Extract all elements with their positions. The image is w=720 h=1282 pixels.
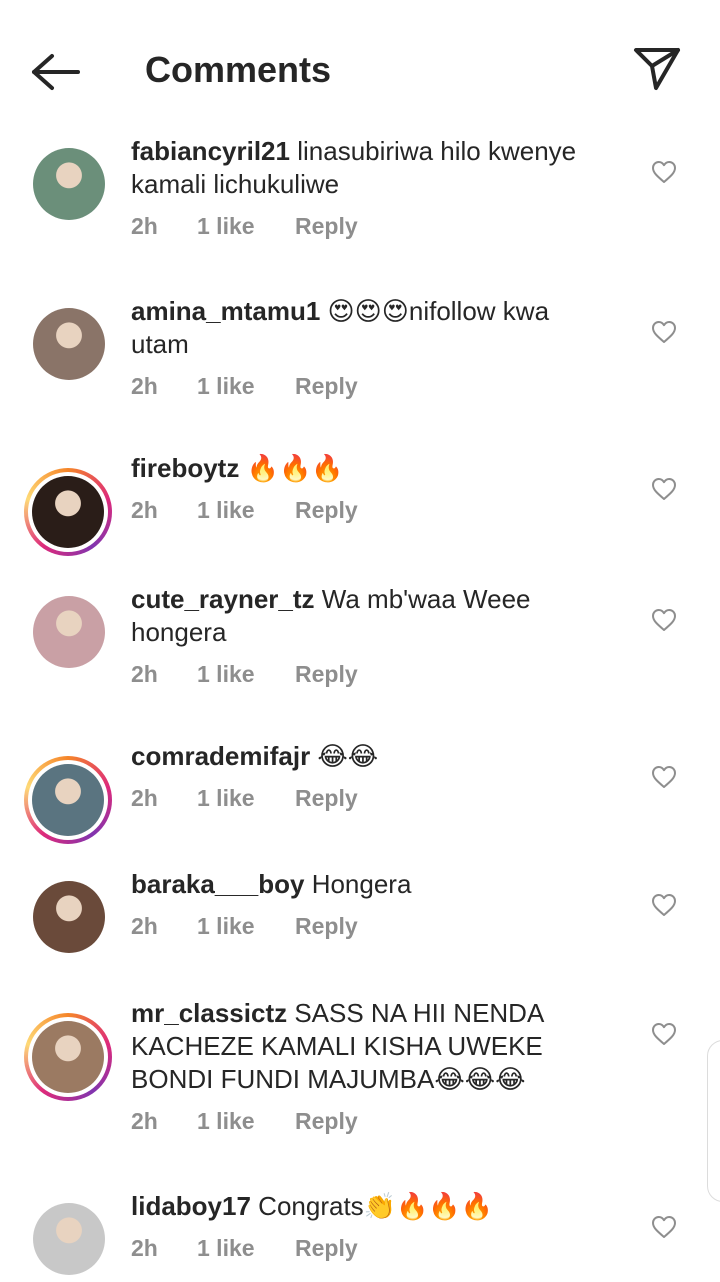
avatar[interactable]: [33, 148, 105, 220]
like-heart-button[interactable]: [651, 1022, 677, 1046]
heart-icon: [652, 1216, 676, 1238]
comment-username[interactable]: baraka___boy: [131, 869, 304, 899]
like-heart-button[interactable]: [651, 320, 677, 344]
avatar[interactable]: [33, 308, 105, 380]
comment-username[interactable]: lidaboy17: [131, 1191, 251, 1221]
comment-like-count[interactable]: 1 like: [197, 497, 295, 524]
comment-timestamp: 2h: [131, 785, 158, 811]
like-heart-button[interactable]: [651, 160, 677, 184]
like-heart-button[interactable]: [651, 477, 677, 501]
comment-meta: 2h 1 like Reply: [131, 497, 358, 524]
heart-icon: [652, 894, 676, 916]
comment-username[interactable]: cute_rayner_tz: [131, 584, 315, 614]
avatar[interactable]: [32, 1021, 104, 1093]
comment-text: cute_rayner_tz Wa mb'waa Weee hongera: [131, 583, 611, 649]
avatar-container[interactable]: [24, 872, 112, 960]
avatar[interactable]: [32, 764, 104, 836]
heart-icon: [652, 321, 676, 343]
page-title: Comments: [145, 49, 332, 90]
side-panel-handle[interactable]: [707, 1040, 720, 1202]
avatar-container[interactable]: [24, 139, 112, 227]
comment-username[interactable]: amina_mtamu1: [131, 296, 320, 326]
comment-meta: 2h 1 like Reply: [131, 213, 358, 240]
comment-meta: 2h 1 like Reply: [131, 1108, 358, 1135]
comment-username[interactable]: mr_classictz: [131, 998, 287, 1028]
heart-icon: [652, 1023, 676, 1045]
heart-icon: [652, 161, 676, 183]
comment-timestamp: 2h: [131, 373, 158, 399]
comment-meta: 2h 1 like Reply: [131, 913, 358, 940]
heart-icon: [652, 766, 676, 788]
avatar[interactable]: [32, 476, 104, 548]
reply-button[interactable]: Reply: [295, 373, 358, 400]
comment-meta: 2h 1 like Reply: [131, 373, 358, 400]
comment-body: Hongera: [311, 869, 412, 899]
comment-username[interactable]: fabiancyril21: [131, 136, 290, 166]
comment-body: Congrats👏🔥🔥🔥: [258, 1191, 494, 1221]
like-heart-button[interactable]: [651, 608, 677, 632]
avatar-container[interactable]: [24, 756, 112, 844]
comment-meta: 2h 1 like Reply: [131, 661, 358, 688]
avatar-container[interactable]: [24, 468, 112, 556]
comment-text: fabiancyril21 linasubiriwa hilo kwenye k…: [131, 135, 611, 201]
reply-button[interactable]: Reply: [295, 661, 358, 688]
comment-username[interactable]: comrademifajr: [131, 741, 310, 771]
comment-text: amina_mtamu1 😍😍😍nifollow kwa utam: [131, 295, 611, 361]
back-arrow-icon: [32, 54, 80, 90]
avatar[interactable]: [33, 596, 105, 668]
avatar[interactable]: [33, 1203, 105, 1275]
comment-timestamp: 2h: [131, 661, 158, 687]
comment-text: comrademifajr 😂😂: [131, 740, 611, 773]
comment-text: fireboytz 🔥🔥🔥: [131, 452, 611, 485]
avatar-container[interactable]: [24, 299, 112, 387]
heart-icon: [652, 609, 676, 631]
heart-icon: [652, 478, 676, 500]
comment-text: mr_classictz SASS NA HII NENDA KACHEZE K…: [131, 997, 611, 1096]
comment-like-count[interactable]: 1 like: [197, 785, 295, 812]
comment-timestamp: 2h: [131, 497, 158, 523]
avatar-container[interactable]: [24, 587, 112, 675]
comment-timestamp: 2h: [131, 213, 158, 239]
comment-timestamp: 2h: [131, 913, 158, 939]
avatar-container[interactable]: [24, 1194, 112, 1282]
comment-meta: 2h 1 like Reply: [131, 785, 358, 812]
like-heart-button[interactable]: [651, 1215, 677, 1239]
comment-body: 😂😂: [317, 741, 379, 771]
reply-button[interactable]: Reply: [295, 497, 358, 524]
comment-body: 🔥🔥🔥: [246, 453, 344, 483]
reply-button[interactable]: Reply: [295, 1108, 358, 1135]
reply-button[interactable]: Reply: [295, 785, 358, 812]
comment-timestamp: 2h: [131, 1108, 158, 1134]
reply-button[interactable]: Reply: [295, 213, 358, 240]
header-bar: Comments: [0, 0, 720, 130]
avatar-container[interactable]: [24, 1013, 112, 1101]
avatar[interactable]: [33, 881, 105, 953]
share-button[interactable]: [630, 42, 684, 96]
comment-like-count[interactable]: 1 like: [197, 1108, 295, 1135]
comment-username[interactable]: fireboytz: [131, 453, 239, 483]
comment-like-count[interactable]: 1 like: [197, 213, 295, 240]
comment-text: baraka___boy Hongera: [131, 868, 611, 901]
like-heart-button[interactable]: [651, 893, 677, 917]
comment-like-count[interactable]: 1 like: [197, 373, 295, 400]
back-button[interactable]: [28, 48, 84, 96]
like-heart-button[interactable]: [651, 765, 677, 789]
comment-text: lidaboy17 Congrats👏🔥🔥🔥: [131, 1190, 611, 1223]
comment-like-count[interactable]: 1 like: [197, 913, 295, 940]
paper-plane-icon: [634, 48, 680, 90]
reply-button[interactable]: Reply: [295, 913, 358, 940]
comment-like-count[interactable]: 1 like: [197, 661, 295, 688]
